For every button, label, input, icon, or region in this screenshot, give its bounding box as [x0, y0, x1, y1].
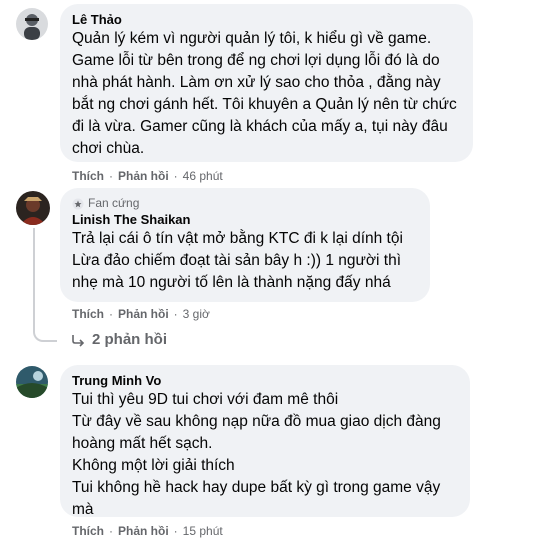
- separator-dot: ·: [173, 524, 178, 538]
- thread-connector: [33, 322, 57, 342]
- separator-dot: ·: [109, 169, 113, 183]
- comment-text-line: Từ đây về sau không nạp nữa đồ mua giao …: [72, 413, 441, 452]
- separator-dot: ·: [109, 524, 113, 538]
- like-button[interactable]: Thích: [72, 168, 104, 184]
- comment-timestamp[interactable]: 15 phút: [183, 523, 223, 539]
- reply-arrow-icon: [72, 334, 85, 347]
- avatar[interactable]: [16, 191, 50, 225]
- separator-dot: ·: [173, 307, 178, 321]
- comment-author[interactable]: Linish The Shaikan: [72, 212, 418, 228]
- comment-bubble: Trung Minh Vo Tui thì yêu 9D tui chơi vớ…: [60, 365, 470, 518]
- comment-bubble: Lê Thảo Quản lý kém vì người quản lý tôi…: [60, 4, 473, 162]
- avatar[interactable]: [16, 366, 48, 398]
- fan-badge: Fan cứng: [72, 196, 418, 211]
- separator-dot: ·: [173, 169, 178, 183]
- reply-button[interactable]: Phản hồi: [118, 168, 169, 184]
- comment-actions: Thích · Phản hồi · 3 giờ: [72, 306, 210, 322]
- avatar[interactable]: [16, 8, 48, 40]
- comment-text-line: Tui thì yêu 9D tui chơi với đam mê thôi: [72, 391, 339, 408]
- separator-dot: ·: [109, 307, 113, 321]
- comment-actions: Thích · Phản hồi · 46 phút: [72, 168, 223, 184]
- like-button[interactable]: Thích: [72, 523, 104, 539]
- comment-bubble: Fan cứng Linish The Shaikan Trả lại cái …: [60, 188, 430, 302]
- comment-timestamp[interactable]: 3 giờ: [183, 306, 210, 322]
- comment-text-line: Không một lời giải thích: [72, 457, 235, 474]
- comment-text: Trả lại cái ô tín vật mở bằng KTC đi k l…: [72, 230, 403, 291]
- comment-actions: Thích · Phản hồi · 15 phút: [72, 523, 223, 539]
- reply-button[interactable]: Phản hồi: [118, 523, 169, 539]
- reply-button[interactable]: Phản hồi: [118, 306, 169, 322]
- comment-author[interactable]: Lê Thảo: [72, 12, 461, 28]
- fan-badge-label: Fan cứng: [88, 196, 140, 210]
- comment-author[interactable]: Trung Minh Vo: [72, 373, 458, 389]
- comment-timestamp[interactable]: 46 phút: [183, 168, 223, 184]
- fan-badge-icon: [72, 198, 84, 209]
- view-replies-button[interactable]: 2 phản hồi: [70, 331, 167, 348]
- thread-line: [33, 228, 35, 326]
- comment-text: Quản lý kém vì người quản lý tôi, k hiểu…: [72, 30, 457, 157]
- replies-count: 2 phản hồi: [92, 331, 167, 348]
- like-button[interactable]: Thích: [72, 306, 104, 322]
- comment-text-line: Tui không hề hack hay dupe bất kỳ gì tro…: [72, 479, 441, 518]
